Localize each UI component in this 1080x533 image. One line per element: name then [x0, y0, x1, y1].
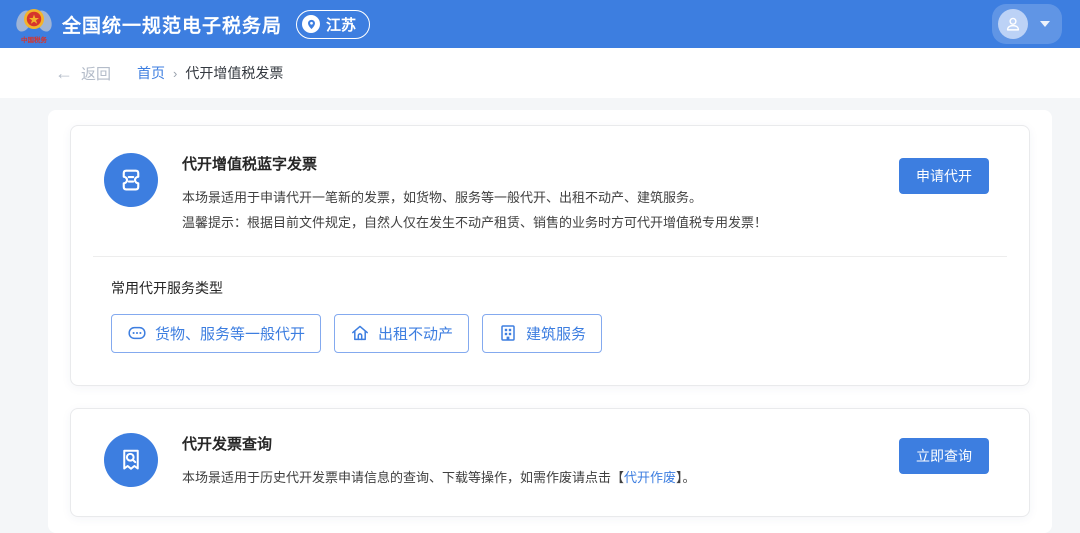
query-now-button[interactable]: 立即查询: [899, 438, 989, 474]
user-avatar-icon: [998, 9, 1028, 39]
back-arrow-icon: ←: [55, 64, 73, 82]
construction-service-button[interactable]: 建筑服务: [482, 314, 602, 353]
card-description: 本场景适用于申请代开一笔新的发票，如货物、服务等一般代开、出租不动产、建筑服务。…: [182, 185, 899, 236]
location-label: 江苏: [326, 14, 356, 35]
svg-text:中国税务: 中国税务: [21, 35, 48, 44]
location-pin-icon: [302, 15, 320, 33]
card-description: 本场景适用于历史代开发票申请信息的查询、下载等操作，如需作废请点击【代开作废】。: [182, 465, 899, 490]
breadcrumb-home[interactable]: 首页: [137, 63, 165, 83]
blue-invoice-card: 代开增值税蓝字发票 本场景适用于申请代开一笔新的发票，如货物、服务等一般代开、出…: [70, 125, 1030, 386]
app-header: 中国税务 全国统一规范电子税务局 江苏: [0, 0, 1080, 48]
location-switcher[interactable]: 江苏: [296, 10, 370, 39]
back-label: 返回: [81, 63, 111, 84]
breadcrumb-current: 代开增值税发票: [185, 63, 283, 83]
tax-bureau-logo-icon: 中国税务: [16, 4, 52, 44]
card-title: 代开增值税蓝字发票: [182, 153, 899, 174]
apply-issue-button[interactable]: 申请代开: [899, 158, 989, 194]
user-menu[interactable]: [992, 4, 1062, 44]
goods-general-button[interactable]: 货物、服务等一般代开: [111, 314, 321, 353]
card-desc-line1: 本场景适用于申请代开一笔新的发票，如货物、服务等一般代开、出租不动产、建筑服务。: [182, 185, 899, 210]
construction-service-icon: [498, 323, 518, 343]
common-services-label: 常用代开服务类型: [71, 257, 1029, 298]
card-desc-prefix: 本场景适用于历史代开发票申请信息的查询、下载等操作，如需作废请点击【: [182, 470, 624, 485]
quick-service-label: 货物、服务等一般代开: [155, 323, 305, 344]
card-title: 代开发票查询: [182, 433, 899, 454]
back-button[interactable]: ← 返回: [55, 63, 111, 84]
breadcrumb-separator: ›: [173, 66, 177, 81]
invoice-ticket-icon: [104, 153, 158, 207]
chevron-down-icon: [1040, 21, 1050, 27]
quick-service-label: 建筑服务: [526, 323, 586, 344]
goods-general-icon: [127, 323, 147, 343]
app-title: 全国统一规范电子税务局: [62, 11, 282, 38]
rent-property-icon: [350, 323, 370, 343]
breadcrumb-bar: ← 返回 首页 › 代开增值税发票: [0, 48, 1080, 98]
card-desc-line2: 温馨提示：根据目前文件规定，自然人仅在发生不动产租赁、销售的业务时方可代开增值税…: [182, 210, 899, 235]
void-issue-link[interactable]: 代开作废: [624, 470, 676, 485]
breadcrumb: 首页 › 代开增值税发票: [137, 63, 283, 83]
quick-service-label: 出租不动产: [378, 323, 453, 344]
rent-property-button[interactable]: 出租不动产: [334, 314, 469, 353]
card-desc-suffix: 】。: [676, 470, 696, 485]
invoice-query-card: 代开发票查询 本场景适用于历史代开发票申请信息的查询、下载等操作，如需作废请点击…: [70, 408, 1030, 517]
invoice-search-icon: [104, 433, 158, 487]
main-content: 代开增值税蓝字发票 本场景适用于申请代开一笔新的发票，如货物、服务等一般代开、出…: [48, 110, 1052, 533]
quick-services-row: 货物、服务等一般代开 出租不动产 建筑服务: [71, 298, 1029, 385]
